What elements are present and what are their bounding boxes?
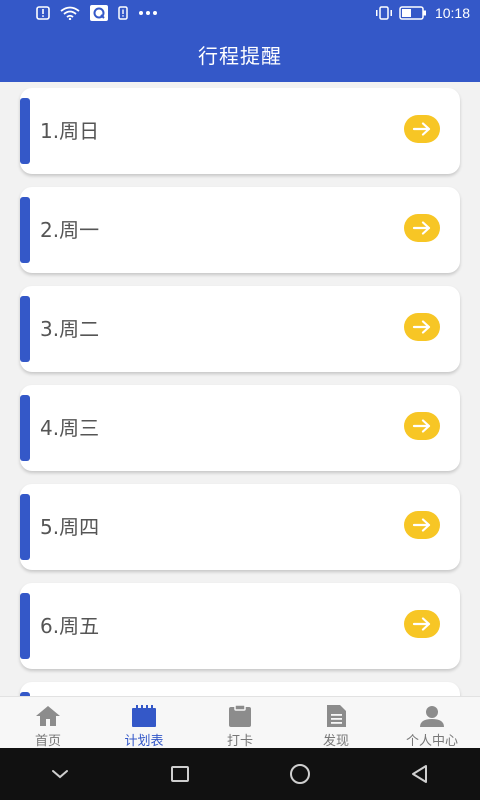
bottom-tab-bar: 首页 计划表 打卡 发现 个人中心 — [0, 696, 480, 749]
schedule-item[interactable]: 1.周日 — [20, 88, 460, 174]
tab-label: 首页 — [34, 734, 61, 749]
screen: 10:18 行程提醒 1.周日 2.周一 3.周二 4.周三 5.周四 6.周五… — [0, 0, 480, 800]
tab-label: 个人中心 — [405, 734, 458, 749]
tab-label: 打卡 — [226, 734, 253, 749]
item-accent-bar — [20, 197, 30, 263]
schedule-item[interactable]: 6.周五 — [20, 583, 460, 669]
status-bar: 10:18 — [0, 0, 480, 30]
alert-icon — [36, 6, 50, 20]
item-accent-bar — [20, 395, 30, 461]
home-circle-icon[interactable] — [280, 754, 320, 794]
clipboard-icon — [226, 703, 254, 728]
schedule-item-label: 6.周五 — [40, 614, 100, 638]
battery-icon — [399, 6, 427, 20]
schedule-list: 1.周日 2.周一 3.周二 4.周三 5.周四 6.周五 — [0, 88, 480, 698]
tab-schedule[interactable]: 计划表 — [96, 697, 192, 749]
tab-discover[interactable]: 发现 — [288, 697, 384, 749]
item-accent-bar — [20, 494, 30, 560]
system-navigation-bar — [0, 748, 480, 800]
page-title: 行程提醒 — [198, 44, 282, 68]
status-time: 10:18 — [434, 5, 470, 21]
schedule-item[interactable]: 5.周四 — [20, 484, 460, 570]
schedule-item[interactable]: 3.周二 — [20, 286, 460, 372]
item-accent-bar — [20, 593, 30, 659]
tab-home[interactable]: 首页 — [0, 697, 96, 749]
arrow-right-icon[interactable] — [404, 214, 440, 242]
schedule-item-label: 2.周一 — [40, 218, 100, 242]
tab-checkin[interactable]: 打卡 — [192, 697, 288, 749]
item-accent-bar — [20, 98, 30, 164]
qq-icon — [90, 5, 108, 21]
document-icon — [322, 703, 350, 728]
tab-label: 发现 — [322, 734, 349, 749]
schedule-item-label: 4.周三 — [40, 416, 100, 440]
schedule-item-label: 5.周四 — [40, 515, 100, 539]
status-right: 10:18 — [375, 5, 470, 21]
more-icon — [138, 10, 158, 16]
item-accent-bar — [20, 296, 30, 362]
back-icon[interactable] — [400, 754, 440, 794]
app-header: 10:18 行程提醒 — [0, 0, 480, 82]
arrow-right-icon[interactable] — [404, 610, 440, 638]
home-icon — [34, 703, 62, 728]
status-left — [36, 5, 158, 21]
sim-icon — [118, 6, 128, 20]
tab-profile[interactable]: 个人中心 — [384, 697, 480, 749]
arrow-right-icon[interactable] — [404, 412, 440, 440]
chevron-down-icon[interactable] — [40, 754, 80, 794]
arrow-right-icon[interactable] — [404, 511, 440, 539]
schedule-item[interactable]: 2.周一 — [20, 187, 460, 273]
tab-label: 计划表 — [124, 734, 164, 749]
schedule-item[interactable]: 4.周三 — [20, 385, 460, 471]
calendar-icon — [130, 703, 158, 728]
wifi-icon — [60, 6, 80, 20]
arrow-right-icon[interactable] — [404, 313, 440, 341]
vibrate-icon — [375, 6, 393, 20]
schedule-item-label: 3.周二 — [40, 317, 100, 341]
arrow-right-icon[interactable] — [404, 115, 440, 143]
schedule-item-label: 1.周日 — [40, 119, 100, 143]
user-icon — [418, 703, 446, 728]
recent-apps-icon[interactable] — [160, 754, 200, 794]
